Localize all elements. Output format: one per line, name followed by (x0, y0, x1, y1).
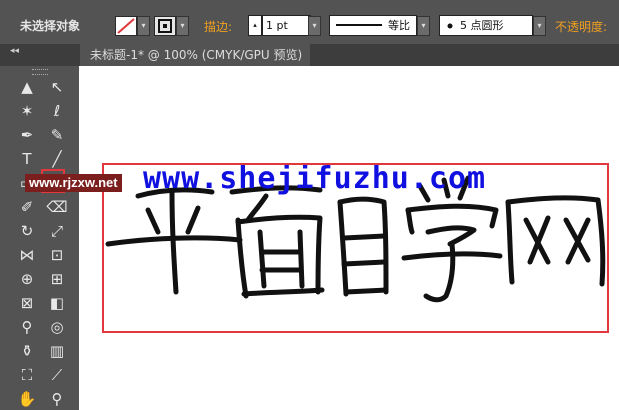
selection-highlight-box (102, 163, 609, 333)
site-watermark-tag: www.rjzxw.net (25, 174, 122, 192)
